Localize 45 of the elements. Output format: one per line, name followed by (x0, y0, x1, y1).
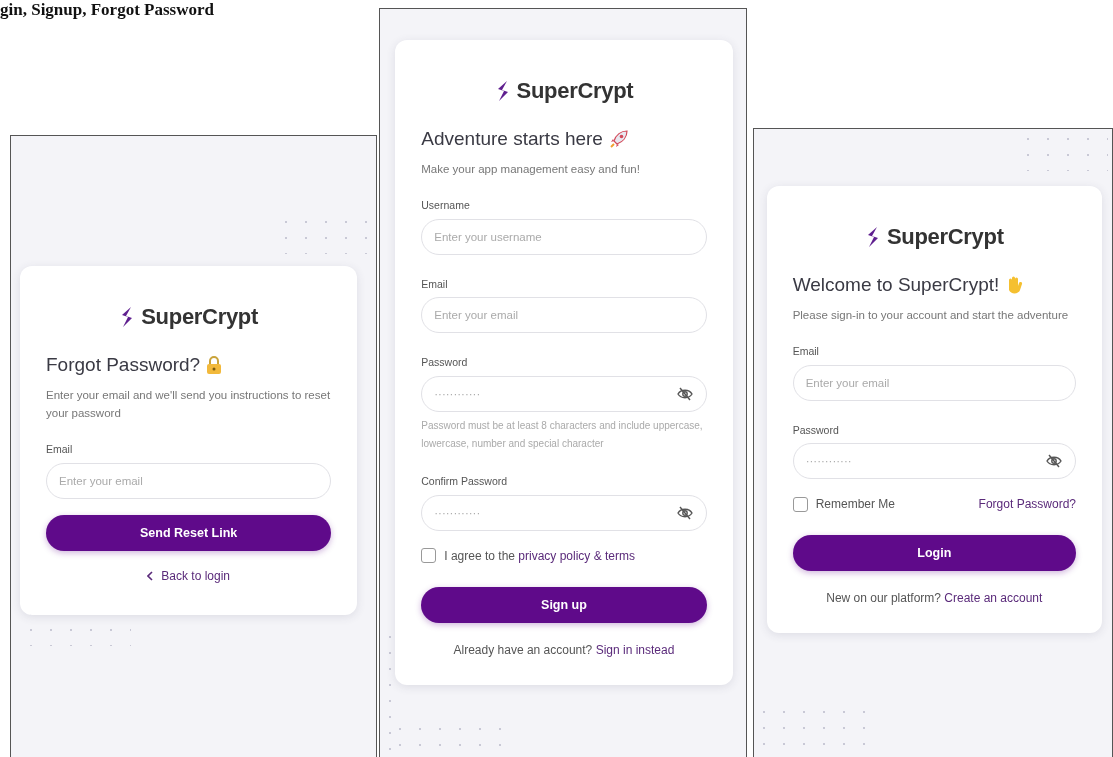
checkbox-label: Remember Me (815, 496, 895, 514)
padlock-icon (206, 355, 223, 376)
page-title: Forgot Password? (46, 353, 201, 377)
field-label: Password (792, 422, 839, 438)
footer-link[interactable]: Sign in instead (595, 642, 675, 657)
password-field[interactable]: ············ (421, 494, 707, 531)
checkbox[interactable] (792, 496, 808, 512)
password-field[interactable]: ············ (792, 443, 1076, 480)
rocket-icon (608, 129, 629, 150)
field-label: Email (46, 442, 73, 458)
input-field[interactable]: Enter your email (46, 463, 332, 500)
terms-link[interactable]: privacy policy & terms (518, 548, 636, 563)
submit-button[interactable]: Login (792, 535, 1076, 572)
caption-text: gin, Signup, Forgot Password (0, 0, 215, 21)
chevron-left-icon (147, 571, 154, 582)
field-label: Email (421, 276, 448, 292)
back-link[interactable]: Back to login (147, 567, 230, 586)
brand-name: SuperCrypt (141, 303, 259, 331)
input-field[interactable]: Enter your username (421, 218, 707, 255)
brand-name: SuperCrypt (886, 223, 1004, 251)
password-field[interactable]: ············ (421, 376, 707, 413)
footer-link[interactable]: Create an account (944, 591, 1043, 606)
footer-text: New on our platform? Create an account (825, 590, 1044, 608)
subtitle-text: Make your app management easy and fun! (421, 161, 641, 177)
checkbox[interactable] (421, 548, 437, 564)
page-title: Welcome to SuperCrypt! (792, 273, 1000, 297)
input-field[interactable]: Enter your email (421, 297, 707, 334)
field-label: Confirm Password (421, 474, 508, 490)
submit-button[interactable]: Send Reset Link (46, 515, 332, 552)
field-label: Password (421, 355, 468, 371)
eye-slash-icon[interactable] (676, 387, 693, 402)
subtitle-text: Enter your email and we'll send you instructions to reset your password (46, 387, 332, 421)
subtitle-text: Please sign-in to your account and start the adventure (792, 307, 1070, 323)
eye-slash-icon[interactable] (1046, 454, 1062, 469)
field-label: Username (421, 197, 470, 213)
eye-slash-icon[interactable] (676, 505, 693, 520)
submit-button[interactable]: Sign up (421, 586, 707, 623)
input-field[interactable]: Enter your email (792, 364, 1076, 401)
agree-text: I agree to the privacy policy & terms (444, 547, 636, 565)
page-title: Adventure starts here (421, 127, 603, 151)
field-label: Email (792, 343, 819, 359)
brand-name: SuperCrypt (516, 77, 634, 105)
forgot-password-link[interactable]: Forgot Password? (978, 495, 1076, 514)
password-hint: Password must be at least 8 characters and include uppercase, lowercase, number and special character (421, 419, 704, 451)
footer-text: Already have an account? Sign in instead (452, 641, 676, 659)
